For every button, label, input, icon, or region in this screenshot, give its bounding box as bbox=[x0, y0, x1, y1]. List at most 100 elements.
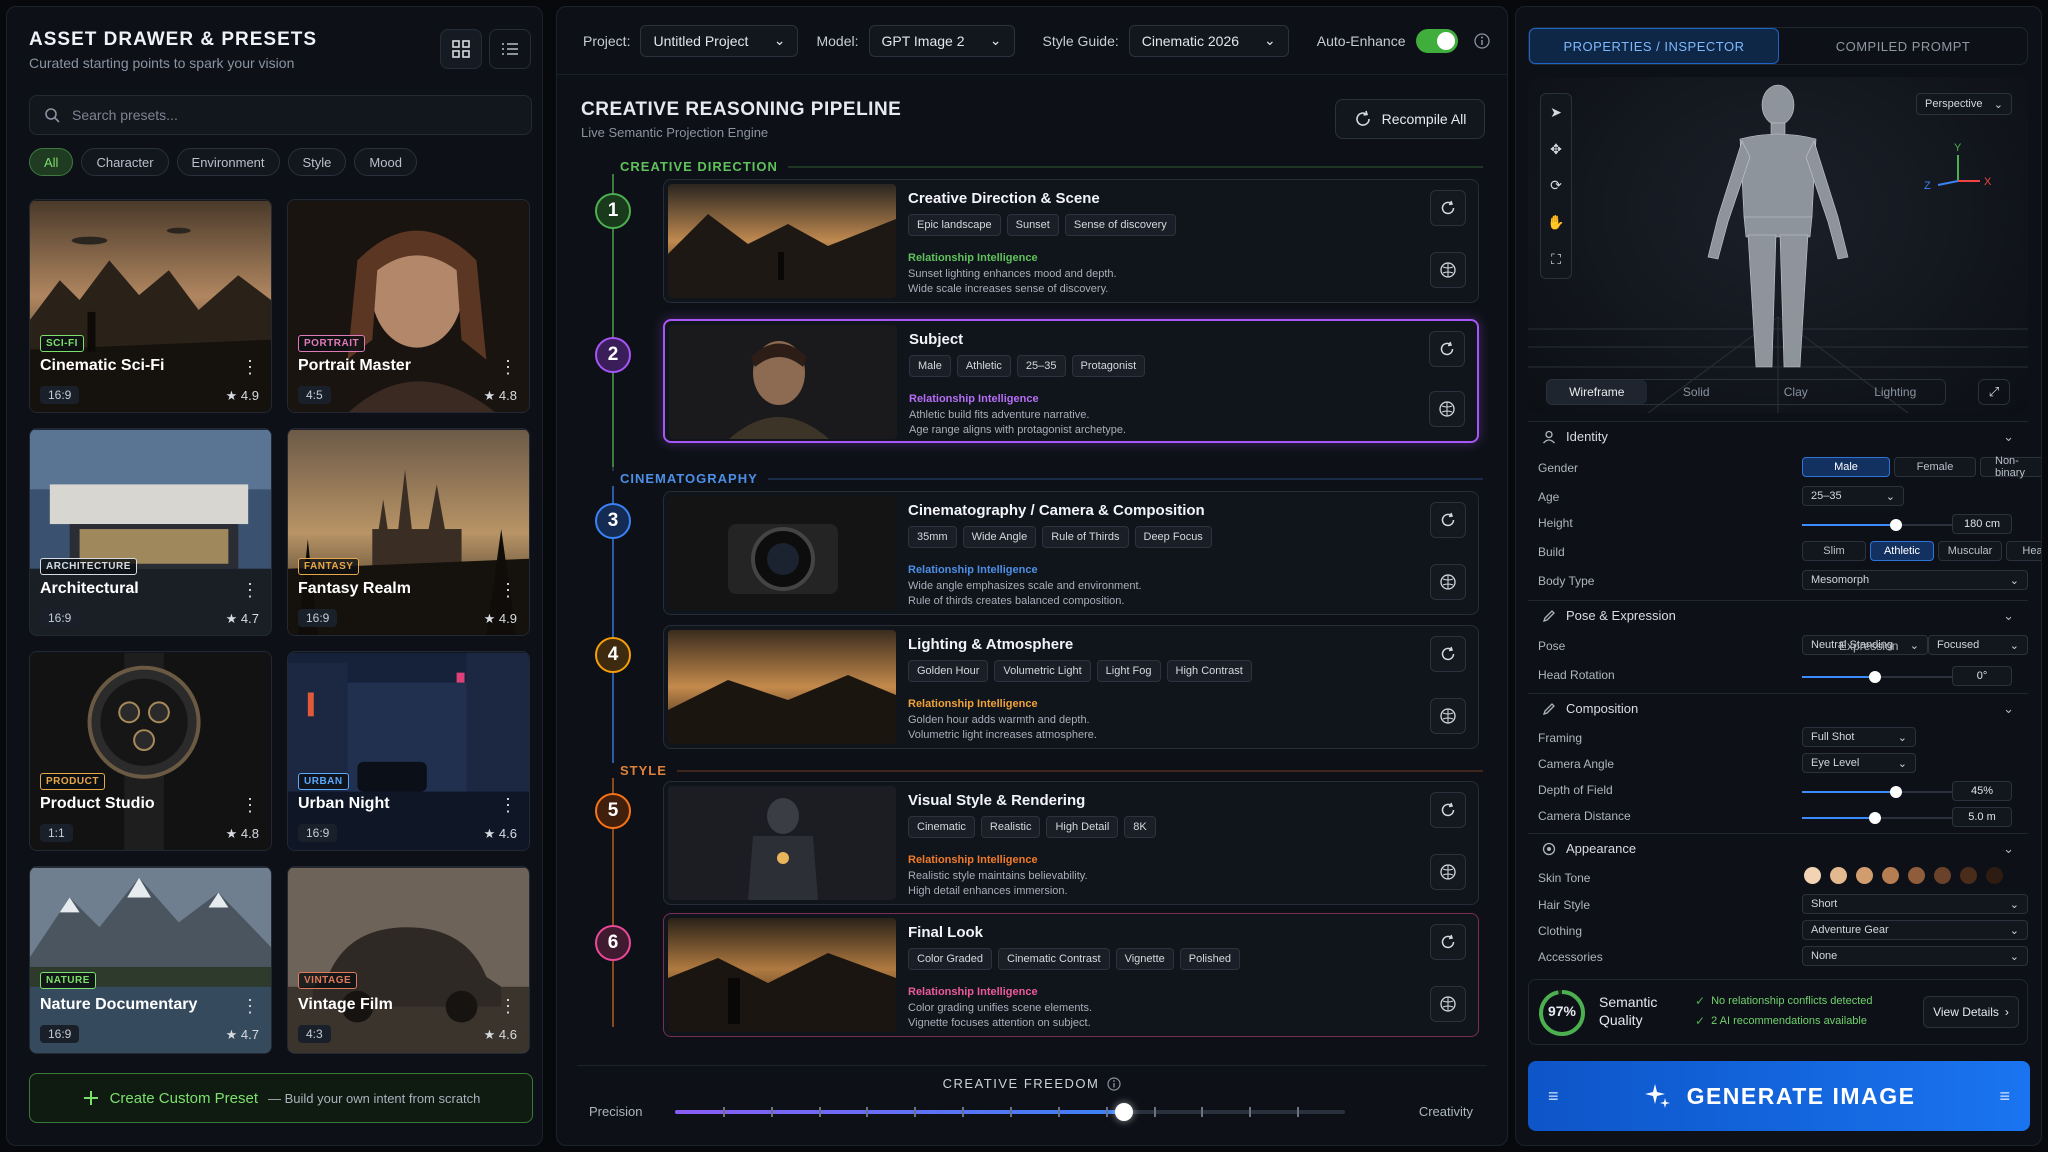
pipeline-step[interactable]: Final Look Color Graded Cinematic Contras… bbox=[663, 913, 1479, 1037]
generate-image-button[interactable]: ≡ GENERATE IMAGE ≡ bbox=[1528, 1061, 2030, 1131]
semantic-step-button[interactable] bbox=[1430, 698, 1466, 734]
step-tag[interactable]: Wide Angle bbox=[962, 526, 1037, 548]
accessories-select[interactable]: None ⌄ bbox=[1802, 946, 2028, 966]
grid-view-button[interactable] bbox=[440, 29, 482, 69]
more-icon[interactable]: ⋮ bbox=[499, 581, 517, 599]
auto-enhance-toggle[interactable] bbox=[1415, 28, 1458, 53]
mode-solid[interactable]: Solid bbox=[1647, 380, 1747, 404]
preset-search[interactable] bbox=[29, 95, 532, 135]
more-icon[interactable]: ⋮ bbox=[499, 796, 517, 814]
preset-card[interactable]: URBAN Urban Night ⋮ 16:9 ★ 4.6 bbox=[287, 651, 530, 851]
step-tag[interactable]: Cinematic Contrast bbox=[998, 948, 1110, 970]
framing-select[interactable]: Full Shot ⌄ bbox=[1802, 727, 1916, 747]
step-tag[interactable]: Golden Hour bbox=[908, 660, 989, 682]
skin-swatch[interactable] bbox=[1856, 867, 1873, 884]
expand-icon[interactable]: ⤢ bbox=[1978, 379, 2010, 405]
mode-lighting[interactable]: Lighting bbox=[1846, 380, 1946, 404]
hair-style-select[interactable]: Short ⌄ bbox=[1802, 894, 2028, 914]
filter-character[interactable]: Character bbox=[81, 148, 169, 176]
step-tag[interactable]: Volumetric Light bbox=[994, 660, 1091, 682]
preset-card[interactable]: PRODUCT Product Studio ⋮ 1:1 ★ 4.8 bbox=[29, 651, 272, 851]
head-rotation-value[interactable]: 0° bbox=[1952, 666, 2012, 686]
age-select[interactable]: 25–35 ⌄ bbox=[1802, 486, 1904, 506]
filter-style[interactable]: Style bbox=[287, 148, 347, 176]
preset-card[interactable]: VINTAGE Vintage Film ⋮ 4:3 ★ 4.6 bbox=[287, 866, 530, 1054]
freedom-slider[interactable] bbox=[675, 1103, 1345, 1121]
filter-environment[interactable]: Environment bbox=[176, 148, 280, 176]
preset-card[interactable]: PORTRAIT Portrait Master ⋮ 4:5 ★ 4.8 bbox=[287, 199, 530, 413]
identity-section[interactable]: Identity ⌄ bbox=[1528, 421, 2028, 451]
step-tag[interactable]: Color Graded bbox=[908, 948, 993, 970]
3d-viewport[interactable]: ➤ ✥ ⟳ ✋ ⛶ Perspective ⌄ Y X Z Wireframe S… bbox=[1528, 77, 2028, 413]
step-tag[interactable]: Deep Focus bbox=[1134, 526, 1212, 548]
pipeline-step[interactable]: Visual Style & Rendering Cinematic Realis… bbox=[663, 781, 1479, 905]
build-athletic[interactable]: Athletic bbox=[1870, 541, 1934, 561]
mode-clay[interactable]: Clay bbox=[1746, 380, 1846, 404]
step-tag[interactable]: Sense of discovery bbox=[1064, 214, 1176, 236]
semantic-step-button[interactable] bbox=[1430, 854, 1466, 890]
filter-mood[interactable]: Mood bbox=[354, 148, 417, 176]
skin-swatch[interactable] bbox=[1934, 867, 1951, 884]
skin-swatch[interactable] bbox=[1986, 867, 2003, 884]
more-icon[interactable]: ⋮ bbox=[241, 796, 259, 814]
body-type-select[interactable]: Mesomorph ⌄ bbox=[1802, 570, 2028, 590]
step-tag[interactable]: 25–35 bbox=[1016, 355, 1066, 377]
step-tag[interactable]: Sunset bbox=[1006, 214, 1059, 236]
refresh-step-button[interactable] bbox=[1430, 502, 1466, 538]
build-heavy[interactable]: Heavy bbox=[2006, 541, 2041, 561]
pose-section[interactable]: Pose & Expression ⌄ bbox=[1528, 600, 2028, 630]
pipeline-step-active[interactable]: Subject Male Athletic 25–35 Protagonist Rel… bbox=[663, 319, 1479, 443]
semantic-step-button[interactable] bbox=[1429, 391, 1465, 427]
more-icon[interactable]: ⋮ bbox=[241, 997, 259, 1015]
hand-icon[interactable]: ✋ bbox=[1547, 214, 1564, 231]
preset-card[interactable]: NATURE Nature Documentary ⋮ 16:9 ★ 4.7 bbox=[29, 866, 272, 1054]
skin-swatch[interactable] bbox=[1908, 867, 1925, 884]
dof-value[interactable]: 45% bbox=[1952, 781, 2012, 801]
refresh-step-button[interactable] bbox=[1429, 331, 1465, 367]
refresh-step-button[interactable] bbox=[1430, 924, 1466, 960]
semantic-step-button[interactable] bbox=[1430, 564, 1466, 600]
preset-card[interactable]: ARCHITECTURE Architectural ⋮ 16:9 ★ 4.7 bbox=[29, 428, 272, 636]
step-tag[interactable]: Cinematic bbox=[908, 816, 975, 838]
refresh-step-button[interactable] bbox=[1430, 190, 1466, 226]
step-tag[interactable]: 8K bbox=[1124, 816, 1156, 838]
clothing-select[interactable]: Adventure Gear ⌄ bbox=[1802, 920, 2028, 940]
build-slim[interactable]: Slim bbox=[1802, 541, 1866, 561]
view-details-button[interactable]: View Details › bbox=[1923, 996, 2019, 1028]
more-icon[interactable]: ⋮ bbox=[499, 358, 517, 376]
step-tag[interactable]: High Detail bbox=[1046, 816, 1119, 838]
style-select[interactable]: Cinematic 2026 ⌄ bbox=[1128, 24, 1289, 57]
step-tag[interactable]: Epic landscape bbox=[908, 214, 1001, 236]
recompile-button[interactable]: Recompile All bbox=[1335, 99, 1485, 139]
filter-all[interactable]: All bbox=[29, 148, 74, 176]
fullscreen-icon[interactable]: ⛶ bbox=[1551, 251, 1561, 268]
composition-section[interactable]: Composition ⌄ bbox=[1528, 693, 2028, 723]
step-tag[interactable]: Light Fog bbox=[1096, 660, 1161, 682]
rotate-icon[interactable]: ⟳ bbox=[1550, 177, 1562, 194]
search-input[interactable] bbox=[72, 107, 512, 123]
pipeline-step[interactable]: Lighting & Atmosphere Golden Hour Volumet… bbox=[663, 625, 1479, 749]
create-preset-button[interactable]: Create Custom Preset — Build your own in… bbox=[29, 1073, 533, 1123]
list-view-button[interactable] bbox=[489, 29, 531, 69]
skin-swatch[interactable] bbox=[1882, 867, 1899, 884]
more-icon[interactable]: ⋮ bbox=[241, 581, 259, 599]
project-select[interactable]: Untitled Project ⌄ bbox=[640, 24, 799, 57]
tab-compiled-prompt[interactable]: COMPILED PROMPT bbox=[1779, 28, 2027, 64]
gender-nonbinary[interactable]: Non-binary bbox=[1980, 455, 2041, 479]
step-tag[interactable]: Athletic bbox=[956, 355, 1011, 377]
skin-swatch[interactable] bbox=[1960, 867, 1977, 884]
step-tag[interactable]: Rule of Thirds bbox=[1042, 526, 1129, 548]
height-value[interactable]: 180 cm bbox=[1952, 514, 2012, 534]
expression-select[interactable]: Focused ⌄ bbox=[1928, 635, 2028, 655]
build-muscular[interactable]: Muscular bbox=[1938, 541, 2002, 561]
step-tag[interactable]: 35mm bbox=[908, 526, 957, 548]
tab-properties[interactable]: PROPERTIES / INSPECTOR bbox=[1529, 28, 1779, 64]
skin-swatch[interactable] bbox=[1830, 867, 1847, 884]
preset-card[interactable]: SCI-FI Cinematic Sci-Fi ⋮ 16:9 ★ 4.9 bbox=[29, 199, 272, 413]
step-tag[interactable]: Polished bbox=[1179, 948, 1240, 970]
cursor-icon[interactable]: ➤ bbox=[1550, 104, 1562, 121]
more-icon[interactable]: ⋮ bbox=[241, 358, 259, 376]
gender-male[interactable]: Male bbox=[1802, 457, 1890, 477]
step-tag[interactable]: High Contrast bbox=[1166, 660, 1252, 682]
step-tag[interactable]: Protagonist bbox=[1071, 355, 1146, 377]
